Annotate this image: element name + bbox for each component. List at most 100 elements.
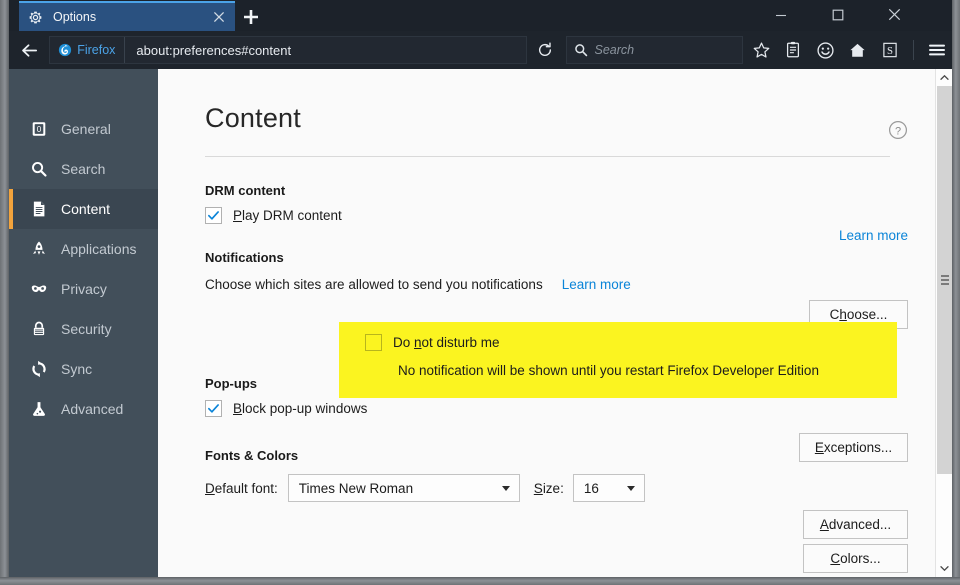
mask-icon xyxy=(29,279,49,299)
back-arrow-icon xyxy=(22,43,38,57)
font-size-value: 16 xyxy=(583,480,599,496)
gear-icon xyxy=(29,11,42,23)
window-border-bottom xyxy=(0,577,960,585)
drm-learn-more-link[interactable]: Learn more xyxy=(839,228,908,243)
sidebar-item-label: Search xyxy=(61,161,106,177)
chevron-up-icon xyxy=(940,74,949,80)
checkmark-icon xyxy=(208,404,219,413)
notifications-description: Choose which sites are allowed to send y… xyxy=(205,277,543,292)
section-heading-drm: DRM content xyxy=(205,183,286,198)
preferences-page: 0 General Search Content Applications Pr… xyxy=(9,69,952,577)
page-title: Content xyxy=(205,103,301,133)
search-placeholder: Search xyxy=(594,43,635,57)
scroll-up-button[interactable] xyxy=(936,69,952,86)
tab-strip: Options xyxy=(0,0,960,31)
colors-button[interactable]: Colors... xyxy=(803,544,908,573)
reader-list-icon[interactable] xyxy=(779,35,808,65)
sidebar-item-label: Advanced xyxy=(61,401,124,417)
screenshot-s-icon[interactable]: S xyxy=(876,35,905,65)
close-icon xyxy=(888,8,901,21)
help-question-icon[interactable]: ? xyxy=(888,120,908,140)
sidebar-item-search[interactable]: Search xyxy=(9,149,158,189)
advanced-button-label: Advanced... xyxy=(819,517,892,532)
font-size-label: Size: xyxy=(533,480,564,496)
vertical-scrollbar[interactable] xyxy=(935,69,952,577)
title-divider xyxy=(205,156,890,157)
scrollbar-thumb[interactable] xyxy=(937,86,952,474)
minimize-button[interactable] xyxy=(758,0,803,29)
reload-button[interactable] xyxy=(530,36,559,64)
identity-box[interactable]: Firefox xyxy=(50,37,126,63)
do-not-disturb-note: No notification will be shown until you … xyxy=(398,363,819,378)
content-page-icon xyxy=(29,199,49,219)
play-drm-label: Play DRM content xyxy=(233,208,342,223)
bookmark-star-icon[interactable] xyxy=(746,35,775,65)
flask-icon xyxy=(29,399,49,419)
svg-text:?: ? xyxy=(895,125,901,137)
minimize-icon xyxy=(775,14,786,16)
scroll-down-button[interactable] xyxy=(936,560,952,577)
svg-text:0: 0 xyxy=(37,125,42,134)
font-size-select[interactable]: 16 xyxy=(572,474,645,502)
do-not-disturb-checkbox[interactable] xyxy=(365,334,382,351)
close-button[interactable] xyxy=(872,0,917,29)
preferences-sidebar: 0 General Search Content Applications Pr… xyxy=(9,69,158,577)
search-input[interactable]: Search xyxy=(565,36,744,64)
sidebar-item-general[interactable]: 0 General xyxy=(9,109,158,149)
firefox-logo-icon xyxy=(59,43,72,57)
smiley-feedback-icon[interactable] xyxy=(811,35,840,65)
rocket-icon xyxy=(29,239,49,259)
window-border-right xyxy=(952,0,960,585)
checkmark-icon xyxy=(208,211,219,220)
do-not-disturb-label: Do not disturb me xyxy=(393,335,500,350)
exceptions-button-label: Exceptions... xyxy=(814,440,893,455)
sidebar-item-label: Applications xyxy=(61,241,137,257)
hamburger-menu-icon[interactable] xyxy=(923,35,952,65)
general-icon: 0 xyxy=(29,119,49,139)
window-border-left xyxy=(0,0,9,585)
default-font-select[interactable]: Times New Roman xyxy=(287,474,520,502)
toolbar-separator xyxy=(912,40,914,60)
notifications-learn-more-link[interactable]: Learn more xyxy=(562,277,631,292)
notifications-desc-row: Choose which sites are allowed to send y… xyxy=(205,277,952,292)
exceptions-button[interactable]: Exceptions... xyxy=(799,433,908,462)
dnd-row: Do not disturb me xyxy=(365,334,500,351)
chevron-down-icon xyxy=(626,486,635,491)
search-icon xyxy=(574,44,587,57)
default-font-value: Times New Roman xyxy=(298,480,414,496)
chevron-down-icon xyxy=(501,486,510,491)
url-bar[interactable]: Firefox about:preferences#content xyxy=(49,36,528,64)
sidebar-item-security[interactable]: Security xyxy=(9,309,158,349)
play-drm-checkbox[interactable] xyxy=(205,207,222,224)
sidebar-item-label: Security xyxy=(61,321,112,337)
scrollbar-grip-icon xyxy=(941,275,949,285)
tab-title: Options xyxy=(53,10,97,24)
advanced-button[interactable]: Advanced... xyxy=(803,510,908,539)
chevron-down-icon xyxy=(940,566,949,572)
tab-options[interactable]: Options xyxy=(19,1,235,31)
popups-row: Block pop-up windows xyxy=(205,400,952,417)
sidebar-item-applications[interactable]: Applications xyxy=(9,229,158,269)
navigation-toolbar: Firefox about:preferences#content Search xyxy=(9,31,952,69)
sidebar-item-sync[interactable]: Sync xyxy=(9,349,158,389)
sidebar-item-label: Content xyxy=(61,201,111,217)
maximize-button[interactable] xyxy=(815,0,860,29)
close-tab-icon[interactable] xyxy=(211,9,227,25)
sidebar-item-label: General xyxy=(61,121,111,137)
back-button[interactable] xyxy=(14,35,45,65)
sidebar-item-content[interactable]: Content xyxy=(9,189,158,229)
sidebar-item-privacy[interactable]: Privacy xyxy=(9,269,158,309)
new-tab-icon[interactable] xyxy=(240,6,262,28)
default-font-label: Default font: xyxy=(205,480,278,496)
sidebar-item-advanced[interactable]: Advanced xyxy=(9,389,158,429)
drm-row: Play DRM content xyxy=(205,207,952,224)
section-heading-notifications: Notifications xyxy=(205,250,284,265)
lock-icon xyxy=(29,319,49,339)
block-popups-label: Block pop-up windows xyxy=(233,401,368,416)
do-not-disturb-highlight: Do not disturb me No notification will b… xyxy=(339,322,897,398)
preferences-main: ? Content DRM content Play DRM content N… xyxy=(158,69,952,577)
block-popups-checkbox[interactable] xyxy=(205,400,222,417)
search-icon xyxy=(29,159,49,179)
home-icon[interactable] xyxy=(843,35,872,65)
svg-text:S: S xyxy=(887,45,893,57)
